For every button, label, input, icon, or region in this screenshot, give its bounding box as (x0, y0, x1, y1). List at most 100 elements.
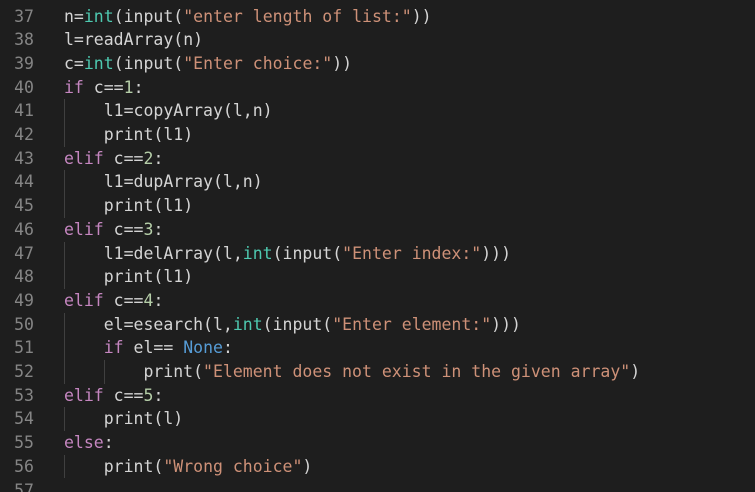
code-line[interactable]: 40 if c==1: (0, 76, 755, 100)
code-token: )) (411, 6, 432, 26)
code-token: "Enter choice:" (183, 53, 333, 73)
code-token: elif (64, 219, 104, 239)
line-number: 40 (14, 77, 34, 97)
line-number: 37 (14, 6, 34, 26)
code-token: (input( (262, 314, 333, 334)
code-token: 5 (143, 385, 154, 405)
line-number: 38 (14, 30, 34, 50)
indent-guide (64, 241, 65, 289)
code-token: ) (302, 456, 313, 476)
code-text: elif c==3: (64, 218, 163, 242)
code-line[interactable]: 41 l1=copyArray(l,n) (0, 99, 755, 123)
code-token: elif (64, 385, 104, 405)
code-token: l1=copyArray(l,n) (103, 101, 273, 121)
code-line[interactable]: 55 else: (0, 431, 755, 455)
code-token: c== (83, 77, 124, 97)
code-text: l1=delArray(l,int(input("Enter index:"))… (104, 242, 511, 266)
code-text: l1=copyArray(l,n) (104, 99, 273, 123)
line-number: 52 (14, 362, 34, 381)
code-token: c== (103, 290, 144, 310)
line-number: 55 (14, 433, 34, 453)
code-token: )) (332, 53, 353, 73)
indent-guide (64, 312, 65, 384)
code-token: 4 (143, 290, 154, 310)
code-line[interactable]: 42 print(l1) (0, 123, 755, 147)
code-token: : (153, 148, 164, 168)
code-line[interactable]: 54 print(l) (0, 407, 755, 431)
code-token: (input( (113, 6, 184, 26)
code-line[interactable]: 37 n=int(input("enter length of list:")) (0, 5, 755, 29)
code-line[interactable]: 57 (0, 479, 755, 492)
code-token: ))) (481, 243, 512, 263)
code-token: elif (64, 290, 104, 310)
code-line[interactable]: 48 print(l1) (0, 265, 755, 289)
code-token: l1=delArray(l, (103, 243, 243, 263)
code-token: : (153, 219, 164, 239)
indent-guide (64, 170, 65, 218)
code-token: int (83, 6, 114, 26)
code-line[interactable]: 51 if el== None: (0, 336, 755, 360)
code-editor[interactable]: 37 n=int(input("enter length of list:")) 3… (0, 0, 755, 492)
code-line[interactable]: 53 elif c==5: (0, 384, 755, 408)
code-text: if el== None: (104, 336, 233, 360)
code-token: "Enter element:" (332, 314, 492, 334)
code-token: el=esearch(l, (103, 314, 233, 334)
code-line[interactable]: 50 el=esearch(l,int(input("Enter element:… (0, 313, 755, 337)
code-token: : (153, 385, 164, 405)
code-text: c=int(input("Enter choice:")) (64, 52, 352, 76)
code-line[interactable]: 49 elif c==4: (0, 289, 755, 313)
code-token: 1 (123, 77, 134, 97)
code-line[interactable]: 45 print(l1) (0, 194, 755, 218)
code-line[interactable]: 52 print("Element does not exist in the g… (0, 360, 755, 384)
code-text: print(l1) (104, 265, 193, 289)
line-number: 41 (14, 101, 34, 121)
code-token: if (103, 338, 124, 358)
code-text: l=readArray(n) (64, 28, 203, 52)
code-token: print(l) (103, 409, 184, 429)
line-number: 54 (14, 409, 34, 429)
code-text: el=esearch(l,int(input("Enter element:")… (104, 313, 521, 337)
code-token: : (153, 290, 164, 310)
line-number: 51 (14, 338, 34, 358)
code-token: "Enter index:" (342, 243, 482, 263)
code-token: None (183, 338, 223, 358)
code-token: print( (143, 362, 204, 381)
code-token: ) (630, 362, 641, 381)
code-text: elif c==4: (64, 289, 163, 313)
code-token: 2 (143, 148, 154, 168)
code-line[interactable]: 39 c=int(input("Enter choice:")) (0, 52, 755, 76)
code-text: elif c==2: (64, 147, 163, 171)
code-token: c== (103, 385, 144, 405)
code-token: int (232, 314, 263, 334)
line-number: 43 (14, 148, 34, 168)
indent-guide (103, 360, 105, 384)
code-token: "enter length of list:" (183, 6, 412, 26)
code-token: (input( (272, 243, 343, 263)
code-line[interactable]: 56 print("Wrong choice") (0, 455, 755, 479)
code-line[interactable]: 44 l1=dupArray(l,n) (0, 170, 755, 194)
code-token: elif (64, 148, 104, 168)
code-token: : (133, 77, 144, 97)
code-token: int (242, 243, 273, 263)
code-line[interactable]: 43 elif c==2: (0, 147, 755, 171)
code-line[interactable]: 46 elif c==3: (0, 218, 755, 242)
code-text: print("Wrong choice") (104, 455, 313, 479)
code-text: l1=dupArray(l,n) (104, 170, 263, 194)
line-number: 46 (14, 219, 34, 239)
line-number: 48 (14, 267, 34, 287)
code-token: int (83, 53, 114, 73)
code-line[interactable]: 47 l1=delArray(l,int(input("Enter index:"… (0, 242, 755, 266)
code-token: print( (103, 456, 164, 476)
code-line[interactable]: 38 l=readArray(n) (0, 28, 755, 52)
code-token: l1=dupArray(l,n) (103, 172, 263, 192)
line-number: 56 (14, 456, 34, 476)
line-number: 50 (14, 314, 34, 334)
code-token: el== (123, 338, 184, 358)
code-text: print("Element does not exist in the giv… (143, 360, 640, 384)
code-text: elif c==5: (64, 384, 163, 408)
code-text: print(l1) (104, 194, 193, 218)
code-token: : (103, 433, 114, 453)
code-text: n=int(input("enter length of list:")) (64, 5, 432, 29)
code-text: print(l1) (104, 123, 193, 147)
code-text: if c==1: (64, 76, 144, 100)
